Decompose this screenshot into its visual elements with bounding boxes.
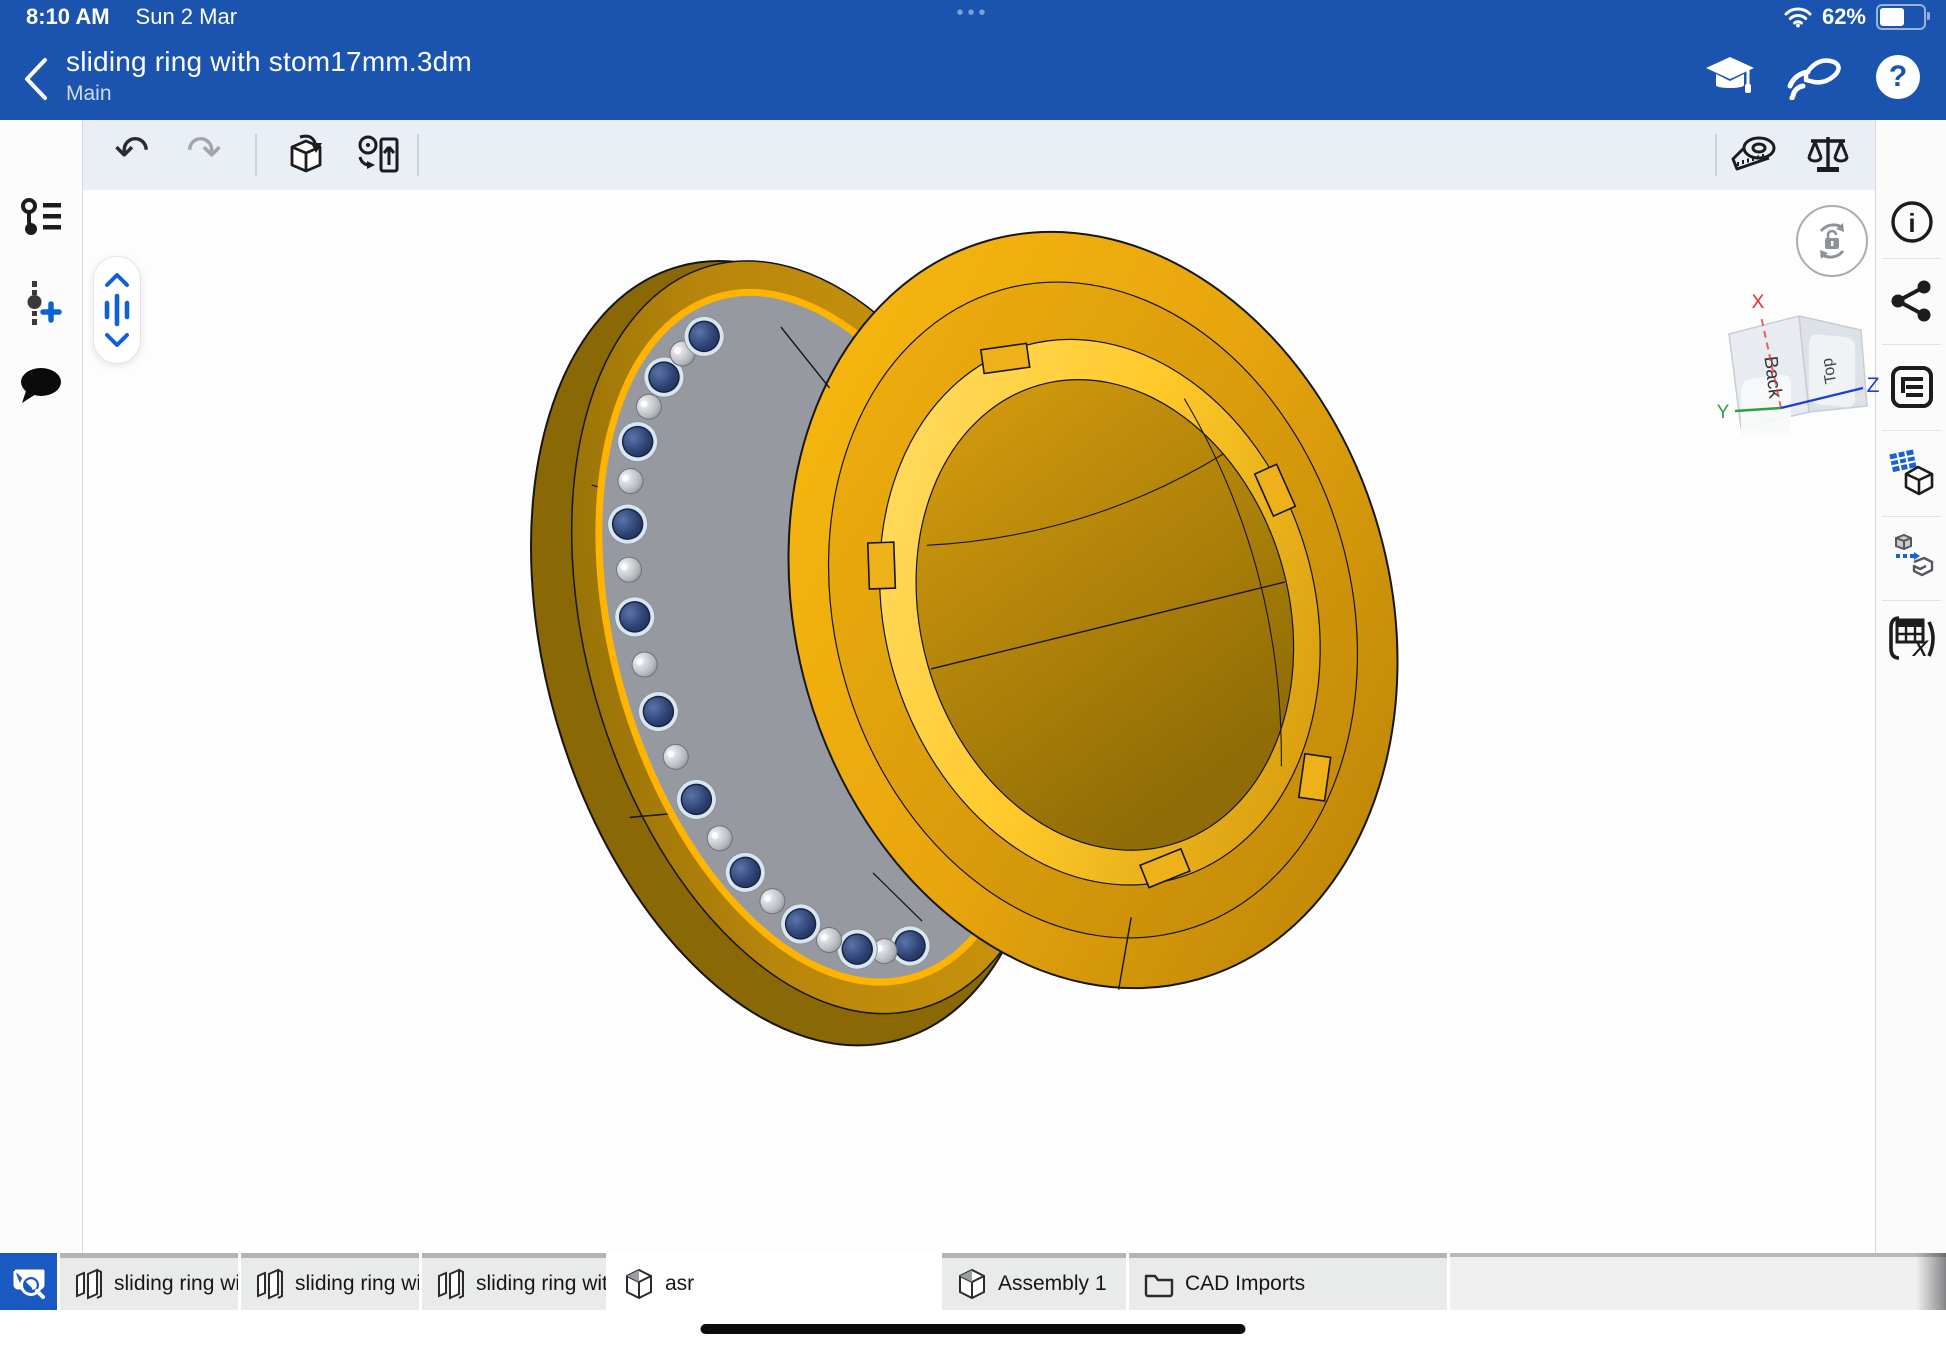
- variables-button[interactable]: x: [1882, 608, 1942, 668]
- tab-design-3[interactable]: sliding ring with st...: [422, 1253, 606, 1310]
- battery-icon: [1876, 4, 1926, 30]
- design-file-icon: [74, 1268, 104, 1300]
- right-sidebar: i: [1875, 120, 1946, 1253]
- rotation-lock-button[interactable]: [1796, 205, 1868, 277]
- svg-text:X: X: [1752, 292, 1765, 313]
- tab-bar-filler: [1450, 1253, 1946, 1310]
- revolve-tool-button[interactable]: [351, 128, 405, 182]
- rotation-lock-icon: [1810, 219, 1854, 263]
- grid-cube-icon: [1888, 449, 1936, 497]
- section-view-pill: [93, 256, 141, 364]
- pencil-connect-button[interactable]: [1788, 51, 1840, 103]
- tab-asr-active[interactable]: asr: [609, 1253, 939, 1310]
- left-sidebar: [0, 120, 83, 1253]
- add-item-button[interactable]: [13, 275, 69, 331]
- tab-label: asr: [665, 1272, 694, 1296]
- tab-label: CAD Imports: [1185, 1272, 1305, 1296]
- assembly-icon: [623, 1267, 655, 1301]
- back-button[interactable]: [14, 52, 58, 106]
- canvas-toolbar: ↶ ↷: [83, 120, 1875, 191]
- svg-text:x: x: [1911, 630, 1929, 662]
- chat-bubble-icon: [18, 365, 64, 407]
- tab-scroll-shadow: [1916, 1253, 1946, 1310]
- tab-label: sliding ring with st...: [295, 1272, 419, 1296]
- tab-label: sliding ring with st...: [476, 1272, 606, 1296]
- measure-button[interactable]: [1727, 128, 1781, 182]
- assembly-icon: [956, 1267, 988, 1301]
- pill-up-button[interactable]: [100, 267, 134, 293]
- fx-table-icon: x: [1887, 614, 1937, 662]
- tab-label: sliding ring with st...: [114, 1272, 238, 1296]
- view-cube[interactable]: Back Top X Y Z: [1701, 290, 1881, 435]
- tab-design-1[interactable]: sliding ring with st...: [60, 1253, 238, 1310]
- sliders-icon: [102, 293, 132, 327]
- undo-icon: ↶: [114, 130, 149, 172]
- balance-scale-icon: [1805, 133, 1851, 177]
- document-title: sliding ring with stom17mm.3dm: [66, 46, 472, 78]
- wifi-icon: [1784, 6, 1812, 28]
- comments-button[interactable]: [13, 358, 69, 414]
- redo-button[interactable]: ↷: [177, 128, 231, 182]
- adjust-sliders-button[interactable]: [100, 297, 134, 323]
- info-icon: i: [1889, 199, 1935, 245]
- search-tabs-button[interactable]: [0, 1253, 57, 1310]
- add-item-icon: [20, 280, 62, 326]
- help-icon: ?: [1876, 55, 1920, 99]
- help-button[interactable]: ?: [1872, 51, 1924, 103]
- tab-design-2[interactable]: sliding ring with st...: [241, 1253, 419, 1310]
- configurations-button[interactable]: [1882, 443, 1942, 503]
- status-bar: 8:10 AM Sun 2 Mar ••• 62%: [0, 0, 1946, 34]
- cube-convert-icon: [1888, 532, 1936, 580]
- pill-down-button[interactable]: [100, 327, 134, 353]
- share-button[interactable]: [1882, 271, 1942, 331]
- redo-icon: ↷: [186, 130, 221, 172]
- folder-icon: [1143, 1270, 1175, 1298]
- paste-body-button[interactable]: [279, 128, 333, 182]
- learn-button[interactable]: [1704, 51, 1756, 103]
- box-arrow-icon: [284, 133, 328, 177]
- document-tab-bar: sliding ring with st... sliding ring wit…: [0, 1253, 1946, 1310]
- search-in-frame-icon: [11, 1265, 47, 1299]
- items-panel-button[interactable]: [1882, 357, 1942, 417]
- history-tree-icon: [19, 197, 63, 239]
- rotate-extrude-icon: [355, 133, 401, 177]
- graduation-cap-icon: [1704, 55, 1756, 99]
- design-file-icon: [436, 1268, 466, 1300]
- ring-model: [83, 190, 1875, 1253]
- info-button[interactable]: i: [1882, 192, 1942, 252]
- tab-cad-imports[interactable]: CAD Imports: [1129, 1253, 1447, 1310]
- svg-text:Y: Y: [1717, 402, 1730, 423]
- title-block: sliding ring with stom17mm.3dm Main: [66, 46, 472, 106]
- svg-text:i: i: [1908, 208, 1915, 238]
- pencil-connect-icon: [1786, 54, 1842, 100]
- back-chevron-icon: [23, 57, 49, 101]
- status-time: 8:10 AM: [26, 4, 110, 30]
- weight-button[interactable]: [1801, 128, 1855, 182]
- tab-assembly-1[interactable]: Assembly 1: [942, 1253, 1126, 1310]
- tab-label: Assembly 1: [998, 1272, 1107, 1296]
- home-indicator[interactable]: [701, 1324, 1246, 1334]
- document-subtitle: Main: [66, 82, 472, 106]
- header: sliding ring with stom17mm.3dm Main: [0, 34, 1946, 120]
- design-file-icon: [255, 1268, 285, 1300]
- home-area: [0, 1310, 1946, 1352]
- measure-tape-icon: [1729, 133, 1779, 177]
- undo-button[interactable]: ↶: [105, 128, 159, 182]
- outline-list-icon: [1889, 364, 1935, 410]
- status-date: Sun 2 Mar: [136, 4, 238, 30]
- share-icon: [1890, 279, 1934, 323]
- model-viewport[interactable]: Back Top X Y Z: [83, 190, 1875, 1253]
- battery-percent: 62%: [1822, 4, 1866, 30]
- status-overflow-dots[interactable]: •••: [956, 2, 989, 25]
- history-tree-button[interactable]: [13, 190, 69, 246]
- svg-text:Z: Z: [1867, 374, 1880, 397]
- export-body-button[interactable]: [1882, 526, 1942, 586]
